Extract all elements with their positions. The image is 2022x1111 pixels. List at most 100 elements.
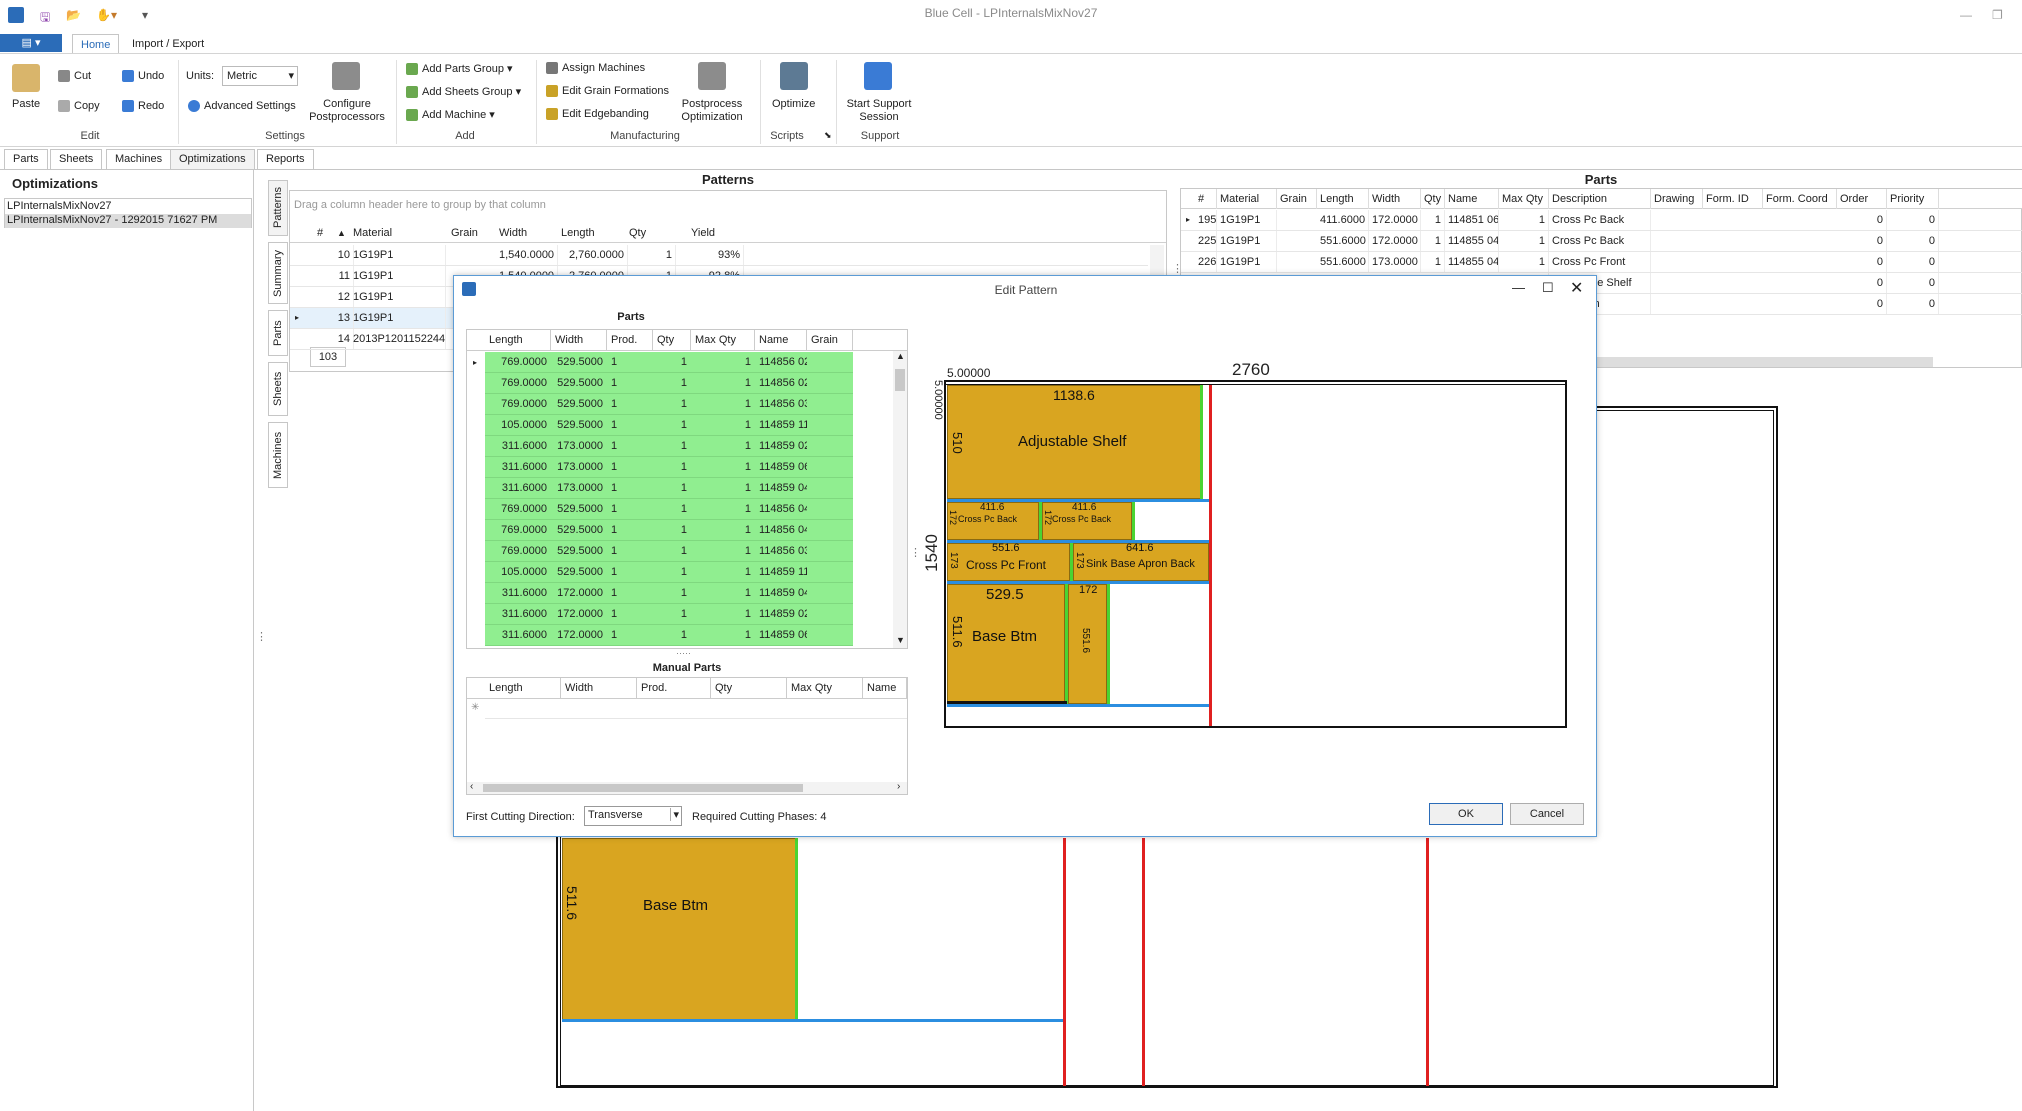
column-header[interactable]: Priority	[1887, 189, 1939, 209]
hand-icon[interactable]: ✋▾	[96, 8, 117, 22]
start-support-button[interactable]: Start Support Session	[840, 98, 918, 124]
table-row[interactable]: 769.0000 529.5000 1 1 1 114856 04	[467, 499, 893, 520]
new-row[interactable]	[485, 699, 907, 719]
side-tab-sheets[interactable]: Sheets	[268, 362, 288, 416]
table-row[interactable]: 105.0000 529.5000 1 1 1 114859 11	[467, 562, 893, 583]
column-header[interactable]: Length	[485, 678, 561, 699]
add-machine-button[interactable]: Add Machine ▾	[406, 108, 495, 122]
table-row[interactable]: 311.6000 173.0000 1 1 1 114859 02	[467, 436, 893, 457]
column-header[interactable]: Prod.	[607, 330, 653, 351]
table-row[interactable]: 769.0000 529.5000 1 1 1 114856 04	[467, 520, 893, 541]
redo-button[interactable]: Redo	[122, 100, 164, 113]
splitter-handle[interactable]: ⋮	[1172, 262, 1183, 275]
cancel-button[interactable]: Cancel	[1510, 803, 1584, 825]
dialog-minimize-icon[interactable]: —	[1512, 280, 1525, 295]
dialog-close-icon[interactable]: ✕	[1570, 278, 1583, 298]
table-row[interactable]: 311.6000 172.0000 1 1 1 114859 02	[467, 604, 893, 625]
first-cut-select[interactable]: Transverse ▾	[584, 806, 682, 826]
column-header[interactable]: Description	[1549, 189, 1651, 209]
vertical-scrollbar[interactable]: ▲ ▼	[893, 351, 907, 648]
dialog-launcher-icon[interactable]: ⬊	[824, 130, 832, 141]
horizontal-scrollbar[interactable]	[1597, 357, 1933, 367]
units-select[interactable]: Metric ▾	[222, 66, 298, 86]
tab-reports[interactable]: Reports	[257, 149, 314, 170]
column-header[interactable]: Width	[551, 330, 607, 351]
column-header[interactable]: Qty	[1421, 189, 1445, 209]
advanced-settings-button[interactable]: Advanced Settings	[188, 100, 296, 113]
list-item[interactable]: LPInternalsMixNov27	[7, 200, 112, 212]
table-row[interactable]: 769.0000 529.5000 1 1 1 114856 03	[467, 541, 893, 562]
scroll-thumb[interactable]	[895, 369, 905, 391]
column-header[interactable]: Name	[1445, 189, 1499, 209]
tab-optimizations[interactable]: Optimizations	[170, 149, 255, 170]
splitter-handle[interactable]: ⋮	[256, 630, 267, 643]
dialog-maximize-icon[interactable]: ☐	[1542, 280, 1554, 296]
side-tab-patterns[interactable]: Patterns	[268, 180, 288, 236]
column-header[interactable]: Width	[1369, 189, 1421, 209]
side-tab-parts[interactable]: Parts	[268, 310, 288, 356]
paste-button[interactable]: Paste	[12, 98, 40, 110]
new-row-icon[interactable]: ✳	[471, 702, 479, 713]
column-header[interactable]: Name	[755, 330, 807, 351]
column-header[interactable]: Length	[1317, 189, 1369, 209]
copy-button[interactable]: Copy	[58, 100, 100, 113]
add-sheets-group-button[interactable]: Add Sheets Group ▾	[406, 85, 521, 99]
cut-button[interactable]: Cut	[58, 70, 91, 83]
horizontal-scrollbar[interactable]: ‹ ›	[467, 781, 907, 794]
column-header[interactable]: Name	[863, 678, 907, 699]
ok-button[interactable]: OK	[1429, 803, 1503, 825]
configure-postprocessors-button[interactable]: Configure Postprocessors	[308, 98, 386, 124]
col-num[interactable]: #	[314, 223, 334, 243]
column-header[interactable]: Max Qty	[691, 330, 755, 351]
column-header[interactable]: Length	[485, 330, 551, 351]
col-material[interactable]: Material	[350, 223, 440, 243]
column-header[interactable]: Grain	[1277, 189, 1317, 209]
tab-import-export[interactable]: Import / Export	[124, 34, 212, 54]
scroll-thumb[interactable]	[483, 784, 803, 792]
side-tab-machines[interactable]: Machines	[268, 422, 288, 488]
list-item-selected[interactable]: LPInternalsMixNov27 - 1292015 71627 PM	[5, 214, 251, 228]
column-header[interactable]: Material	[1217, 189, 1277, 209]
edit-edgebanding-button[interactable]: Edit Edgebanding	[546, 108, 649, 121]
undo-button[interactable]: Undo	[122, 70, 164, 83]
scroll-left-icon[interactable]: ‹	[470, 781, 473, 792]
open-icon[interactable]: 📂	[66, 8, 81, 22]
column-header[interactable]: Prod.	[637, 678, 711, 699]
col-qty[interactable]: Qty	[626, 223, 666, 243]
table-row[interactable]: ▸ 769.0000 529.5000 1 1 1 114856 02	[467, 352, 893, 373]
optimize-button[interactable]: Optimize	[772, 98, 815, 110]
assign-machines-button[interactable]: Assign Machines	[546, 62, 645, 75]
side-tab-summary[interactable]: Summary	[268, 242, 288, 304]
column-header[interactable]: Grain	[807, 330, 853, 351]
table-row[interactable]: 311.6000 173.0000 1 1 1 114859 06	[467, 457, 893, 478]
table-row[interactable]: 311.6000 172.0000 1 1 1 114859 04	[467, 583, 893, 604]
postprocess-button[interactable]: Postprocess Optimization	[674, 98, 750, 124]
column-header[interactable]: Form. Coord	[1763, 189, 1837, 209]
column-header[interactable]: Qty	[711, 678, 787, 699]
table-row[interactable]: 769.0000 529.5000 1 1 1 114856 02	[467, 373, 893, 394]
tab-sheets[interactable]: Sheets	[50, 149, 103, 170]
column-header[interactable]: Form. ID	[1703, 189, 1763, 209]
save-icon[interactable]: 🖫	[40, 8, 50, 29]
restore-icon[interactable]: ❐	[1992, 8, 2003, 22]
minimize-icon[interactable]: —	[1960, 8, 1972, 22]
column-header[interactable]: #	[1195, 189, 1217, 209]
tab-machines[interactable]: Machines	[106, 149, 172, 170]
splitter-handle[interactable]: ·····	[676, 648, 691, 658]
column-header[interactable]: Max Qty	[787, 678, 863, 699]
splitter-handle[interactable]: ⋮	[910, 546, 921, 559]
table-row[interactable]: 10 1G19P1 1,540.0000 2,760.0000 1 93%	[290, 245, 1148, 266]
column-header[interactable]: Drawing	[1651, 189, 1703, 209]
column-header[interactable]: Width	[561, 678, 637, 699]
tab-parts[interactable]: Parts	[4, 149, 48, 170]
table-row[interactable]: 311.6000 173.0000 1 1 1 114859 04	[467, 478, 893, 499]
scroll-down-icon[interactable]: ▼	[896, 635, 905, 645]
add-parts-group-button[interactable]: Add Parts Group ▾	[406, 62, 513, 76]
col-grain[interactable]: Grain	[448, 223, 488, 243]
tab-home[interactable]: Home	[72, 34, 120, 54]
table-row[interactable]: 769.0000 529.5000 1 1 1 114856 03	[467, 394, 893, 415]
col-yield[interactable]: Yield	[688, 223, 728, 243]
column-header[interactable]: Order	[1837, 189, 1887, 209]
table-row[interactable]: 226 1G19P1 551.6000 173.0000 1 114855 04 1 Cros…	[1181, 252, 2022, 273]
column-header[interactable]: Qty	[653, 330, 691, 351]
